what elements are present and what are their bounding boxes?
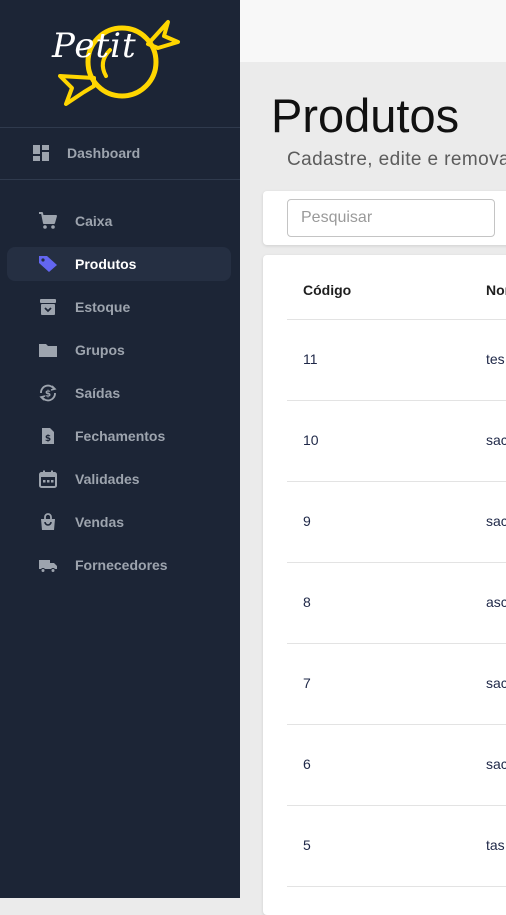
sidebar-item-saidas[interactable]: $ Saídas (7, 376, 231, 410)
top-bar (240, 0, 506, 62)
sidebar-item-label: Saídas (75, 385, 121, 401)
sidebar-item-label: Validades (75, 471, 140, 487)
sidebar-divider (0, 127, 240, 128)
row-divider (287, 481, 506, 482)
sidebar-item-vendas[interactable]: Vendas (7, 505, 231, 539)
cell-nome: sac (486, 513, 506, 529)
sidebar: Petit Dashboard Caixa Produtos Estoque G… (0, 0, 240, 898)
row-divider (287, 400, 506, 401)
sidebar-item-label: Dashboard (67, 145, 141, 161)
invoice-icon: $ (42, 428, 54, 444)
sidebar-item-label: Estoque (75, 299, 131, 315)
truck-icon (39, 560, 57, 573)
sidebar-item-estoque[interactable]: Estoque (7, 290, 231, 324)
cell-nome: sac (486, 432, 506, 448)
sidebar-item-label: Fornecedores (75, 557, 168, 573)
sidebar-item-label: Caixa (75, 213, 113, 229)
sidebar-item-label: Grupos (75, 342, 125, 358)
sidebar-item-grupos[interactable]: Grupos (7, 333, 231, 367)
row-divider (287, 886, 506, 887)
currency-exchange-icon: $ (39, 384, 57, 402)
search-card (263, 191, 506, 245)
folder-icon (39, 344, 57, 357)
page-subtitle: Cadastre, edite e remova (287, 149, 506, 170)
sidebar-item-label: Vendas (75, 514, 125, 530)
page-title: Produtos (271, 89, 460, 142)
cell-codigo: 10 (303, 432, 319, 448)
cell-nome: tes (486, 351, 505, 367)
cell-nome: tas (486, 837, 505, 853)
cell-codigo: 11 (303, 351, 318, 367)
calendar-icon (39, 470, 57, 488)
dashboard-icon (33, 145, 49, 161)
cell-nome: sac (486, 675, 506, 691)
cell-codigo: 5 (303, 837, 311, 853)
sidebar-item-fornecedores[interactable]: Fornecedores (7, 548, 231, 582)
header-divider (287, 319, 506, 320)
sidebar-item-fechamentos[interactable]: $ Fechamentos (7, 419, 231, 453)
row-divider (287, 805, 506, 806)
column-header-codigo[interactable]: Código (303, 282, 351, 298)
search-input[interactable] (287, 199, 495, 237)
sidebar-item-label: Fechamentos (75, 428, 166, 444)
sidebar-item-produtos[interactable]: Produtos (7, 247, 231, 281)
row-divider (287, 724, 506, 725)
svg-text:$: $ (45, 434, 51, 444)
cart-icon (39, 212, 57, 229)
row-divider (287, 562, 506, 563)
brand-name: Petit (52, 26, 137, 66)
products-table: Código Nor 11 tes 10 sac 9 sac 8 asc 7 s… (263, 255, 506, 915)
svg-text:$: $ (45, 390, 51, 400)
sidebar-item-label: Produtos (75, 256, 137, 272)
cell-codigo: 8 (303, 594, 311, 610)
cell-nome: sac (486, 756, 506, 772)
cell-codigo: 7 (303, 675, 311, 691)
sidebar-divider (0, 179, 240, 180)
cell-codigo: 9 (303, 513, 311, 529)
cell-codigo: 6 (303, 756, 311, 772)
cell-nome: asc (486, 594, 506, 610)
sidebar-item-dashboard[interactable]: Dashboard (0, 136, 240, 170)
tag-icon (39, 256, 57, 272)
sidebar-item-validades[interactable]: Validades (7, 462, 231, 496)
row-divider (287, 643, 506, 644)
shopping-bag-icon (41, 513, 55, 530)
archive-icon (40, 299, 56, 315)
sidebar-item-caixa[interactable]: Caixa (7, 204, 231, 238)
column-header-nome[interactable]: Nor (486, 282, 506, 298)
